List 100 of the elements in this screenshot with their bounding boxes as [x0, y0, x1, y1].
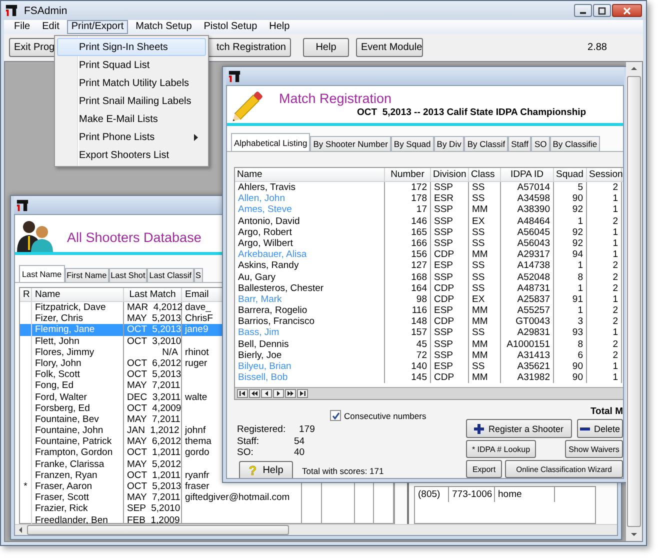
column-header[interactable]: Session [587, 168, 622, 181]
menu-item[interactable]: Print Snail Mailing Labels [57, 92, 206, 110]
idpa-id-cell: A55257 [501, 305, 554, 316]
last-match-cell: DEC 3,2011 [124, 392, 182, 403]
stat-label: SO: [237, 447, 254, 458]
column-header[interactable]: Name [32, 288, 124, 301]
menu-item[interactable]: Help [265, 20, 294, 34]
class-cell: SS [469, 272, 501, 283]
close-button[interactable] [612, 4, 642, 17]
last-match-cell: OCT 3,2010 [124, 336, 182, 347]
scrollbar-thumb[interactable] [627, 76, 641, 527]
number-cell: 165 [385, 226, 431, 238]
delete-button[interactable]: Delete [577, 419, 623, 438]
help-button[interactable]: ? Help [239, 460, 293, 478]
name-cell: Fleming, Jane [32, 324, 124, 336]
number-cell: 98 [385, 294, 431, 306]
number-cell: 168 [385, 272, 431, 283]
scrollbar-thumb[interactable] [27, 525, 289, 535]
consecutive-numbers-checkbox[interactable] [330, 410, 341, 421]
horizontal-scrollbar[interactable] [15, 524, 617, 535]
division-cell: CDP [431, 316, 469, 328]
column-header[interactable]: Class [469, 168, 501, 181]
session-cell: 2 [587, 305, 622, 316]
stat-value: 40 [293, 447, 306, 458]
window-heading: Match Registration [279, 91, 393, 106]
minimize-button[interactable] [574, 4, 592, 17]
page-forward-button[interactable] [285, 389, 296, 398]
number-cell: 146 [385, 216, 431, 227]
maximize-button[interactable] [593, 4, 611, 17]
column-header[interactable]: Squad [554, 168, 587, 181]
session-cell: 2 [587, 216, 622, 227]
tab[interactable]: By Classifie [550, 136, 600, 151]
last-record-button[interactable] [297, 389, 308, 398]
column-header[interactable]: Number [385, 168, 431, 181]
tab[interactable]: Last Name [19, 265, 65, 282]
version-number: 2.88 [588, 42, 607, 53]
action-button[interactable]: * IDPA # Lookup [466, 440, 536, 458]
class-cell: SS [469, 327, 501, 339]
help-button[interactable]: Help [303, 38, 349, 57]
number-cell: 45 [385, 338, 431, 350]
menu-item[interactable]: Print Match Utility Labels [57, 74, 206, 92]
action-button[interactable]: Show Waivers [565, 440, 623, 458]
name-cell: Ahlers, Travis [235, 182, 385, 194]
checkbox-label: Consecutive numbers [344, 410, 426, 420]
name-cell: Fong, Ed [32, 380, 124, 392]
idpa-id-cell: GT0043 [501, 316, 554, 328]
class-cell: MM [469, 249, 501, 260]
menu-item[interactable]: Make E-Mail Lists [57, 110, 206, 128]
tab[interactable]: Alphabetical Listing [231, 133, 310, 151]
column-header[interactable]: Division [431, 168, 469, 181]
squad-cell: 92 [554, 204, 587, 216]
name-cell: Argo, Wilbert [235, 238, 385, 250]
tab[interactable]: Last Classif [147, 268, 194, 282]
previous-record-button[interactable] [261, 389, 272, 398]
first-record-button[interactable] [237, 389, 248, 398]
menu-item[interactable]: Print Sign-In Sheets [57, 38, 206, 56]
menu-item[interactable]: Print Phone Lists [57, 128, 206, 146]
menu-item[interactable]: Pistol Setup [200, 20, 262, 34]
up-arrow-icon[interactable] [630, 65, 638, 73]
tab[interactable]: Last Shot [108, 268, 148, 282]
email-cell: gordo [185, 447, 210, 458]
table-row[interactable]: Fraser, Scott MAY 7,2011 giftedgiver@hotmail.com [20, 492, 394, 504]
total-label: Total M [589, 406, 623, 417]
menu-item[interactable]: Print Squad List [57, 56, 206, 74]
add-button[interactable]: Register a Shooter [466, 419, 572, 438]
idpa-id-cell: A35621 [501, 361, 554, 372]
page-back-button[interactable] [249, 389, 260, 398]
menu-item[interactable]: File [10, 20, 34, 34]
squad-cell: 90 [554, 372, 587, 384]
name-cell: Fraser, Aaron [32, 481, 124, 492]
tab[interactable]: By Shooter Number [310, 136, 391, 151]
tab[interactable]: By Squad [390, 136, 434, 151]
division-cell: SSP [431, 272, 469, 283]
table-row[interactable]: Frazier, Rick SEP 5,2010 [20, 503, 394, 515]
idpa-id-cell: A56045 [501, 226, 554, 238]
column-header[interactable]: Name [235, 168, 385, 181]
column-header[interactable]: R [20, 288, 32, 301]
tab[interactable]: SO [531, 136, 550, 151]
division-cell: ESP [431, 260, 469, 272]
action-button[interactable]: Export [466, 460, 502, 478]
name-cell: Bass, Jim [235, 327, 385, 339]
squad-cell: 90 [554, 361, 587, 372]
tab[interactable]: By Classif [464, 136, 508, 151]
menu-item[interactable]: Print/Export [67, 20, 128, 34]
event-module-button[interactable]: Event Module [356, 38, 423, 57]
column-header[interactable]: IDPA ID [501, 168, 554, 181]
last-match-cell: OCT 4,2009 [124, 402, 182, 414]
last-match-cell: SEP 5,2010 [124, 503, 182, 515]
tab[interactable]: By Div [434, 136, 464, 151]
menu-item[interactable]: Edit [38, 20, 64, 34]
vertical-scrollbar[interactable] [626, 62, 642, 541]
tab[interactable]: First Name [64, 268, 109, 282]
session-cell: 1 [587, 372, 622, 384]
tab[interactable]: Staff [508, 136, 532, 151]
next-record-button[interactable] [273, 389, 284, 398]
menu-item[interactable]: Match Setup [132, 20, 196, 34]
down-arrow-icon[interactable] [630, 530, 638, 538]
column-header[interactable]: Last Match [124, 288, 182, 301]
menu-item[interactable]: Export Shooters List [57, 146, 206, 164]
left-arrow-icon[interactable] [17, 526, 25, 534]
